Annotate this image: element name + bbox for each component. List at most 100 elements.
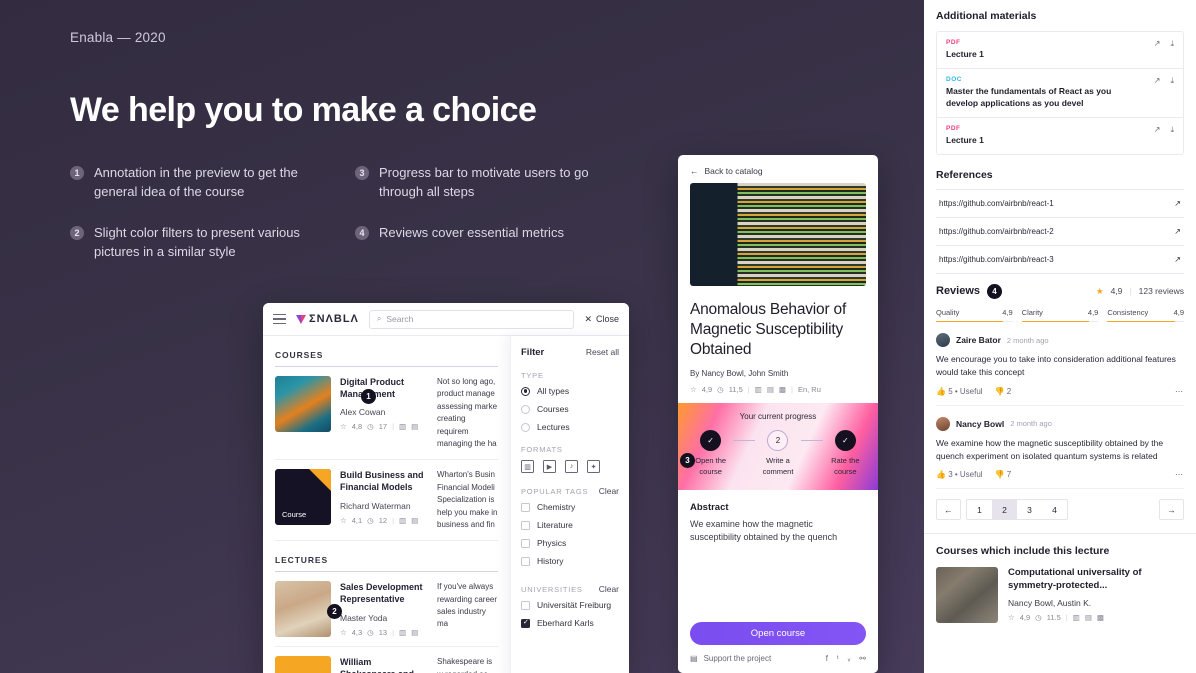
arrow-left-icon: ← [690, 166, 699, 176]
open-course-button[interactable]: Open course [690, 622, 866, 645]
video-icon[interactable]: ▶ [543, 460, 556, 473]
checkbox-icon[interactable] [521, 520, 530, 530]
metric-label: Consistency [1107, 307, 1149, 317]
metric-consistency: Consistency 4,9 [1107, 307, 1185, 323]
hero-point: 2 Slight color filters to present variou… [70, 224, 355, 262]
radio-icon[interactable] [521, 404, 530, 414]
lecture-thumbnail: Lecture [275, 656, 331, 673]
filter-option-all-types[interactable]: All types [521, 386, 619, 396]
search-input[interactable]: ⌕ Search [368, 309, 575, 329]
external-link-icon[interactable]: ↗ [1154, 39, 1161, 49]
meta-divider: | [392, 422, 395, 432]
checkbox-icon[interactable] [521, 502, 530, 512]
test-icon[interactable]: ✦ [587, 460, 600, 473]
book-icon[interactable]: ▥ [521, 460, 534, 473]
list-item[interactable]: Computational universality of symmetry-p… [936, 567, 1184, 624]
radio-icon[interactable] [521, 422, 530, 432]
review-text: We examine how the magnetic susceptibili… [936, 437, 1164, 461]
download-icon[interactable]: ⤓ [1170, 76, 1174, 86]
menu-icon[interactable] [273, 314, 286, 324]
close-button[interactable]: ✕ Close [584, 314, 619, 325]
external-link-icon[interactable]: ↗ [1154, 76, 1161, 86]
detail-languages: En, Ru [797, 385, 821, 395]
filter-university-freiburg[interactable]: Universität Freiburg [521, 600, 619, 610]
filter-tag-literature[interactable]: Literature [521, 520, 619, 530]
material-item[interactable]: PDF Lecture 1 ↗ ⤓ [937, 118, 1183, 154]
material-item[interactable]: PDF Lecture 1 ↗ ⤓ [937, 32, 1183, 69]
like-button[interactable]: 👍 5 • Useful [936, 387, 983, 396]
audio-icon[interactable]: ♪ [565, 460, 578, 473]
checkbox-icon[interactable] [521, 538, 530, 548]
external-link-icon[interactable]: ↗ [1174, 255, 1181, 264]
hero-point: 3 Progress bar to motivate users to go t… [355, 164, 640, 202]
pagination-prev-button[interactable]: ← [936, 499, 961, 521]
filter-tag-physics[interactable]: Physics [521, 538, 619, 548]
external-link-icon[interactable]: ↗ [1174, 227, 1181, 236]
course-duration: 12 [378, 515, 388, 525]
metric-label: Quality [936, 307, 960, 317]
progress-step-open-course[interactable]: ✓ Open the course [688, 430, 733, 476]
app-logo[interactable]: ΣNΛBLΛ [296, 313, 359, 325]
reference-item[interactable]: https://github.com/airbnb/react-3 ↗ [936, 246, 1184, 274]
filter-group-tags-label: POPULAR TAGS Clear [521, 486, 619, 496]
facebook-icon[interactable]: f [826, 654, 828, 663]
annotation-marker-1: 1 [361, 389, 376, 404]
progress-title: Your current progress [739, 412, 817, 422]
more-options-icon[interactable]: ⋯ [1175, 470, 1184, 479]
external-link-icon[interactable]: ↗ [1174, 199, 1181, 208]
download-icon[interactable]: ⤓ [1170, 125, 1174, 135]
clear-universities-button[interactable]: Clear [599, 584, 619, 594]
material-actions: ↗ ⤓ [1154, 39, 1174, 49]
like-button[interactable]: 👍 3 • Useful [936, 470, 983, 479]
radio-icon[interactable] [521, 386, 530, 396]
clock-icon: ◷ [1035, 612, 1042, 622]
page-2-button[interactable]: 2 [992, 500, 1017, 520]
checkbox-icon[interactable] [521, 556, 530, 566]
filter-tag-chemistry[interactable]: Chemistry [521, 502, 619, 512]
video-icon: ▤ [411, 627, 419, 637]
more-options-icon[interactable]: ⋯ [1175, 387, 1184, 396]
list-item[interactable]: Lecture William Shakespeare and his work… [275, 647, 498, 673]
filter-option-lectures[interactable]: Lectures [521, 422, 619, 432]
course-rating: 4,1 [351, 515, 363, 525]
checkbox-icon[interactable] [521, 618, 530, 628]
dislike-count: 2 [1006, 386, 1012, 396]
vk-icon[interactable]: ᵥ [848, 654, 851, 663]
list-item[interactable]: Digital Product Management Alex Cowan ☆ … [275, 367, 498, 461]
filter-tag-history[interactable]: History [521, 556, 619, 566]
reviewer-name[interactable]: Zaire Bator [956, 335, 1001, 345]
external-link-icon[interactable]: ↗ [1154, 125, 1161, 135]
reviewer-name[interactable]: Nancy Bowl [956, 419, 1004, 429]
progress-step-write-comment[interactable]: 2 Write a comment [755, 430, 800, 476]
point-number: 1 [70, 166, 84, 181]
pagination-next-button[interactable]: → [1159, 499, 1184, 521]
list-item[interactable]: Sales Development Representative Master … [275, 572, 498, 648]
filter-university-eberhard-karls[interactable]: Eberhard Karls [521, 618, 619, 628]
twitter-icon[interactable]: ᵗ [837, 654, 839, 663]
clear-tags-button[interactable]: Clear [599, 486, 619, 496]
course-title: Digital Product Management [340, 377, 405, 399]
back-to-catalog-button[interactable]: ← Back to catalog [678, 155, 878, 183]
dislike-button[interactable]: 👎 7 [995, 470, 1012, 479]
page-3-button[interactable]: 3 [1017, 500, 1042, 519]
support-project-button[interactable]: ▤ Support the project [690, 654, 771, 663]
course-description: Wharton's Busin Financial Modeli Special… [437, 470, 498, 529]
reset-all-button[interactable]: Reset all [586, 347, 619, 357]
link-icon[interactable]: ⚯ [859, 654, 866, 663]
checkbox-icon[interactable] [521, 600, 530, 610]
material-item[interactable]: DOC Master the fundamentals of React as … [937, 69, 1183, 118]
download-icon[interactable]: ⤓ [1170, 39, 1174, 49]
hero-points-list: 1 Annotation in the preview to get the g… [70, 164, 640, 283]
list-item[interactable]: Course Build Business and Financial Mode… [275, 460, 498, 542]
summary-divider: | [1129, 286, 1132, 297]
page-1-button[interactable]: 1 [967, 500, 992, 519]
reference-item[interactable]: https://github.com/airbnb/react-1 ↗ [936, 188, 1184, 218]
progress-bar-section: Your current progress ✓ Open the course … [678, 403, 878, 490]
filter-panel: Filter Reset all TYPE All types Courses … [510, 336, 629, 673]
page-4-button[interactable]: 4 [1042, 500, 1067, 519]
lecture-description: Shakespeare is w regarded as the g drama… [437, 657, 493, 673]
filter-option-courses[interactable]: Courses [521, 404, 619, 414]
dislike-button[interactable]: 👎 2 [995, 387, 1012, 396]
reference-item[interactable]: https://github.com/airbnb/react-2 ↗ [936, 218, 1184, 246]
progress-step-rate-course[interactable]: ✓ Rate the course [823, 430, 868, 476]
